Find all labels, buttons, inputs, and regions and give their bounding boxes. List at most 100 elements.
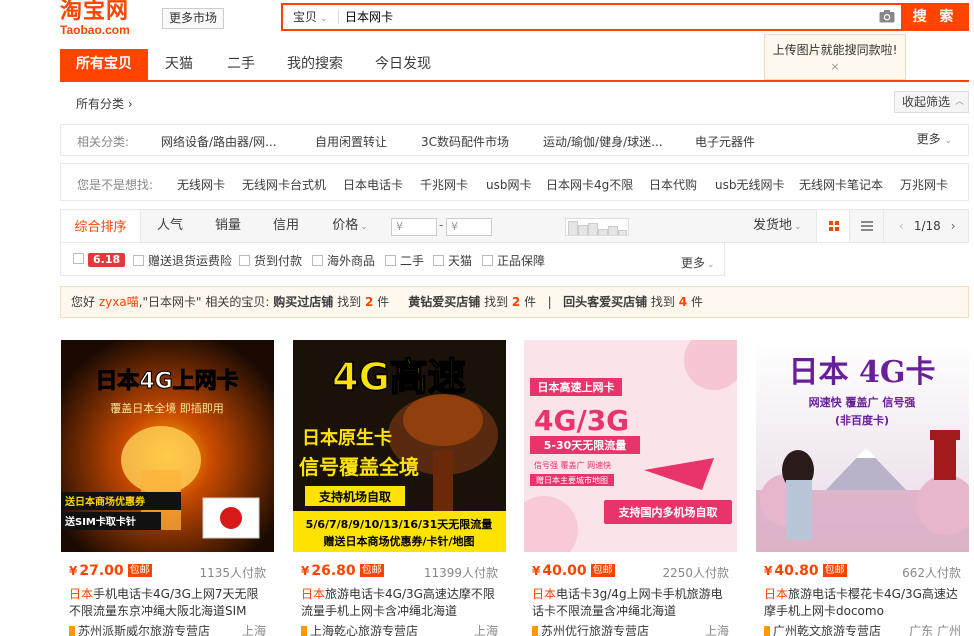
checkbox[interactable] xyxy=(385,255,396,266)
related-item[interactable]: 3C数码配件市场 xyxy=(421,133,509,150)
product-image[interactable]: 日本4G上网卡 覆盖日本全境 即插即用 送日本商场优惠券 送SIM卡取卡针 xyxy=(61,340,274,552)
sort-popularity[interactable]: 人气 xyxy=(141,210,199,242)
pic-line: 网速快 覆盖广 信号强 xyxy=(809,395,916,409)
filter-more-button[interactable]: 更多 ⌄ xyxy=(681,254,715,271)
product-image[interactable]: 日本高速上网卡 4G/3G 5-30天无限流量 信号强 覆盖广 网速快 赠日本主… xyxy=(524,340,737,552)
title-highlight: 日本 xyxy=(301,587,326,601)
logo-english: Taobao.com xyxy=(60,23,130,37)
grid-view-icon[interactable] xyxy=(816,210,850,242)
related-more-button[interactable]: 更多 ⌄ xyxy=(917,130,952,147)
notice-repeat-shops[interactable]: 回头客爱买店铺 xyxy=(563,295,647,309)
pic-headline: 4G高速 xyxy=(332,355,466,399)
filter-more-label: 更多 xyxy=(681,256,706,270)
shop-link[interactable]: 苏州优行旅游专营店 xyxy=(532,622,649,636)
checkbox[interactable] xyxy=(73,253,84,264)
location: 广东 广州 xyxy=(909,624,961,636)
suggest-item[interactable]: 无线网卡笔记本 xyxy=(799,176,883,193)
shop-link[interactable]: 苏州派斯威尔旅游专营店 xyxy=(69,622,210,636)
sold-count: 2250人付款 xyxy=(662,566,729,580)
filter-secondhand[interactable]: 二手 xyxy=(385,252,424,269)
product-image[interactable]: 日本 4G卡 网速快 覆盖广 信号强 (非百度卡) xyxy=(756,340,969,552)
suggest-item[interactable]: usb无线网卡 xyxy=(715,176,784,193)
free-shipping-badge: 包邮 xyxy=(359,564,384,577)
tab-tmall[interactable]: 天猫 xyxy=(148,49,210,80)
prev-page-icon[interactable]: ‹ xyxy=(899,219,904,233)
suggest-item[interactable]: usb网卡 xyxy=(486,176,531,193)
suggest-item[interactable]: 日本电话卡 xyxy=(343,176,403,193)
suggest-item[interactable]: 千兆网卡 xyxy=(420,176,468,193)
price-from-input[interactable]: ¥ xyxy=(391,218,437,236)
collapse-filter-button[interactable]: 收起筛选 ︿ xyxy=(893,91,969,113)
product-card[interactable]: 日本 4G卡 网速快 覆盖广 信号强 (非百度卡) ¥40.80 包邮 662人付… xyxy=(756,340,969,636)
taobao-logo[interactable]: 淘宝网 Taobao.com xyxy=(60,0,152,40)
price-histogram[interactable] xyxy=(565,218,629,236)
collapse-filter-label: 收起筛选 xyxy=(901,95,950,109)
next-page-icon[interactable]: › xyxy=(951,219,956,233)
product-title[interactable]: 日本旅游电话卡樱花卡4G/3G高速达摩手机上网卡docomo xyxy=(764,586,964,620)
notice-query: ,"日本网卡" 相关的宝贝: xyxy=(138,295,270,309)
sort-price[interactable]: 价格 ⌄ xyxy=(317,210,383,242)
checkbox[interactable] xyxy=(133,255,144,266)
notice-gold-shops[interactable]: 黄钻爱买店铺 xyxy=(408,295,480,309)
suggest-item[interactable]: 无线网卡 xyxy=(177,176,225,193)
search-box: 宝贝 ⌄ xyxy=(281,3,901,31)
product-card[interactable]: 日本4G上网卡 覆盖日本全境 即插即用 送日本商场优惠券 送SIM卡取卡针 ¥2… xyxy=(61,340,274,636)
related-more-label: 更多 xyxy=(916,132,941,146)
breadcrumb: 所有分类 › 收起筛选 ︿ xyxy=(60,89,969,117)
product-image[interactable]: 4G高速 日本原生卡 信号覆盖全境 支持机场自取 5/6/7/8/9/10/13… xyxy=(293,340,506,552)
suggest-item[interactable]: 无线网卡台式机 xyxy=(242,176,326,193)
shop-link[interactable]: 上海乾心旅游专营店 xyxy=(301,622,418,636)
pic-line: 日本原生卡 xyxy=(302,427,392,449)
suggest-item[interactable]: 日本网卡4g不限 xyxy=(546,176,633,193)
search-button[interactable]: 搜 索 xyxy=(901,3,969,31)
checkbox[interactable] xyxy=(433,255,444,266)
ship-from-select[interactable]: 发货地 ⌄ xyxy=(753,210,802,243)
user-nick[interactable]: zyxa喵 xyxy=(99,295,139,309)
product-title[interactable]: 日本电话卡3g/4g上网卡手机旅游电话卡不限流量含冲绳北海道 xyxy=(532,586,732,620)
tab-all-items[interactable]: 所有宝贝 xyxy=(60,49,148,80)
suggest-item[interactable]: 万兆网卡 xyxy=(900,176,948,193)
currency: ¥ xyxy=(301,564,310,578)
title-text: 手机电话卡4G/3G上网7天无限不限流量东京冲绳大阪北海道SIM xyxy=(69,587,259,618)
product-card[interactable]: 4G高速 日本原生卡 信号覆盖全境 支持机场自取 5/6/7/8/9/10/13… xyxy=(293,340,506,636)
tab-secondhand[interactable]: 二手 xyxy=(210,49,272,80)
checkbox[interactable] xyxy=(312,255,323,266)
title-text: 旅游电话卡樱花卡4G/3G高速达摩手机上网卡docomo xyxy=(764,587,958,618)
product-title[interactable]: 日本旅游电话卡4G/3G高速达摩不限流量手机上网卡含冲绳北海道 xyxy=(301,586,501,620)
sort-price-label: 价格 xyxy=(332,218,359,233)
price-to-input[interactable]: ¥ xyxy=(446,218,492,236)
filter-overseas[interactable]: 海外商品 xyxy=(312,252,375,269)
notice-separator: | xyxy=(547,295,552,309)
sort-sales[interactable]: 销量 xyxy=(199,210,257,242)
related-item[interactable]: 网络设备/路由器/网... xyxy=(161,133,277,150)
list-view-icon[interactable] xyxy=(850,210,884,242)
filter-return-insurance[interactable]: 赠送退货运费险 xyxy=(133,252,232,269)
filter-genuine[interactable]: 正品保障 xyxy=(482,252,545,269)
filter-tmall[interactable]: 天猫 xyxy=(433,252,472,269)
price-value: 40.00 xyxy=(542,563,587,579)
camera-icon[interactable] xyxy=(879,9,895,23)
search-input[interactable] xyxy=(345,5,865,29)
checkbox[interactable] xyxy=(482,255,493,266)
notice-unit: 件 xyxy=(377,295,390,309)
related-item[interactable]: 电子元器件 xyxy=(695,133,755,150)
all-categories-link[interactable]: 所有分类 › xyxy=(76,95,133,112)
shop-link[interactable]: 广州乾文旅游专营店 xyxy=(764,622,881,636)
tab-my-search[interactable]: 我的搜索 xyxy=(272,49,358,80)
more-market-button[interactable]: 更多市场 xyxy=(162,8,225,29)
filter-cod[interactable]: 货到付款 xyxy=(239,252,302,269)
search-type-select[interactable]: 宝贝 ⌄ xyxy=(283,5,341,29)
sort-credit[interactable]: 信用 xyxy=(257,210,315,242)
sort-default[interactable]: 综合排序 xyxy=(61,210,141,242)
product-card[interactable]: 日本高速上网卡 4G/3G 5-30天无限流量 信号强 覆盖广 网速快 赠日本主… xyxy=(524,340,737,636)
tab-today-discover[interactable]: 今日发现 xyxy=(358,49,448,80)
checkbox[interactable] xyxy=(239,255,250,266)
histogram-bar xyxy=(608,226,618,235)
pic-headline: 日本 4G卡 xyxy=(789,355,936,390)
product-title[interactable]: 日本手机电话卡4G/3G上网7天无限不限流量东京冲绳大阪北海道SIM xyxy=(69,586,269,620)
filter-618[interactable]: 6.18 xyxy=(73,252,126,267)
related-item[interactable]: 自用闲置转让 xyxy=(315,133,387,150)
notice-bought-shops[interactable]: 购买过店铺 xyxy=(273,295,333,309)
suggest-item[interactable]: 日本代购 xyxy=(649,176,697,193)
related-item[interactable]: 运动/瑜伽/健身/球迷... xyxy=(543,133,663,150)
